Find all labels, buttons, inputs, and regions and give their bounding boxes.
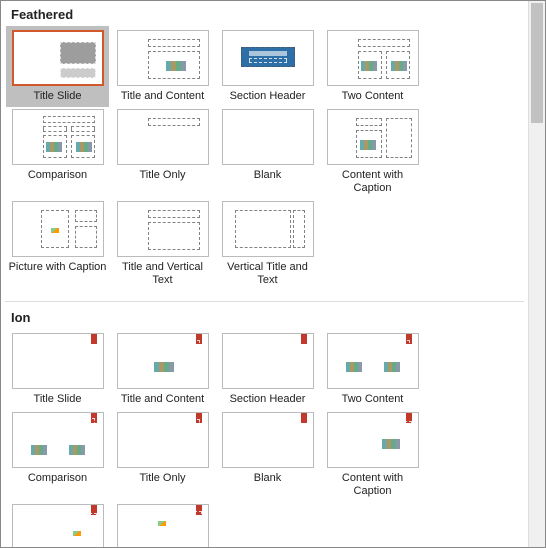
layout-item-content-with-caption[interactable]: Content with Caption xyxy=(321,109,424,195)
layout-item-title-and-content[interactable]: Title and Content xyxy=(111,30,214,103)
layout-label: Title and Content xyxy=(111,88,214,103)
layout-gallery-panel: Feathered Title Slide Title and Content xyxy=(1,1,528,547)
layout-item-ion-blank[interactable]: Blank xyxy=(216,412,319,498)
layout-label: Section Header xyxy=(216,391,319,406)
section-header-ion: Ion xyxy=(1,304,528,329)
layout-thumb xyxy=(222,201,314,257)
layout-thumb xyxy=(117,201,209,257)
layout-label: Content with Caption xyxy=(321,470,424,498)
ribbon-icon xyxy=(91,334,97,344)
layout-item-title-only[interactable]: Title Only xyxy=(111,109,214,195)
layout-label: Comparison xyxy=(6,470,109,485)
layout-thumb xyxy=(327,412,419,468)
layout-thumb xyxy=(12,109,104,165)
layout-item-ion-content-with-caption[interactable]: Content with Caption xyxy=(321,412,424,498)
layout-thumb xyxy=(117,109,209,165)
layout-label: Comparison xyxy=(6,167,109,182)
layout-thumb xyxy=(12,412,104,468)
gallery-ion: Title Slide Title and Content Section He… xyxy=(1,329,528,547)
layout-label: Title Slide xyxy=(6,88,109,103)
section-separator xyxy=(5,301,524,302)
layout-thumb xyxy=(222,109,314,165)
ribbon-icon xyxy=(301,334,307,344)
layout-item-ion-panoramic-picture-with-caption[interactable]: Panoramic Picture with Caption xyxy=(111,504,214,547)
layout-label: Title Slide xyxy=(6,391,109,406)
layout-label: Title and Content xyxy=(111,391,214,406)
layout-label: Section Header xyxy=(216,88,319,103)
layout-thumb xyxy=(117,412,209,468)
layout-thumb xyxy=(117,30,209,86)
layout-item-ion-picture-with-caption[interactable]: Picture with Caption xyxy=(6,504,109,547)
layout-item-picture-with-caption[interactable]: Picture with Caption xyxy=(6,201,109,287)
section-header-feathered: Feathered xyxy=(1,1,528,26)
layout-label: Two Content xyxy=(321,88,424,103)
layout-item-comparison[interactable]: Comparison xyxy=(6,109,109,195)
layout-label: Content with Caption xyxy=(321,167,424,195)
layout-label: Title Only xyxy=(111,470,214,485)
layout-item-section-header[interactable]: Section Header xyxy=(216,30,319,103)
layout-thumb xyxy=(327,333,419,389)
layout-thumb xyxy=(12,333,104,389)
layout-thumb xyxy=(117,504,209,547)
layout-label: Picture with Caption xyxy=(6,259,109,274)
layout-label: Title Only xyxy=(111,167,214,182)
layout-thumb xyxy=(222,412,314,468)
layout-thumb xyxy=(222,30,314,86)
layout-thumb xyxy=(12,30,104,86)
layout-label: Two Content xyxy=(321,391,424,406)
layout-thumb xyxy=(12,201,104,257)
layout-item-vertical-title-and-text[interactable]: Vertical Title and Text xyxy=(216,201,319,287)
layout-item-ion-two-content[interactable]: Two Content xyxy=(321,333,424,406)
gallery-feathered: Title Slide Title and Content Section He… xyxy=(1,26,528,295)
scrollbar-thumb[interactable] xyxy=(531,3,543,123)
layout-label: Blank xyxy=(216,470,319,485)
layout-item-ion-title-only[interactable]: Title Only xyxy=(111,412,214,498)
layout-item-title-and-vertical-text[interactable]: Title and Vertical Text xyxy=(111,201,214,287)
layout-label: Title and Vertical Text xyxy=(111,259,214,287)
layout-item-ion-comparison[interactable]: Comparison xyxy=(6,412,109,498)
ribbon-icon xyxy=(301,413,307,423)
layout-item-two-content[interactable]: Two Content xyxy=(321,30,424,103)
layout-item-blank[interactable]: Blank xyxy=(216,109,319,195)
layout-item-title-slide[interactable]: Title Slide xyxy=(6,26,109,107)
layout-item-ion-section-header[interactable]: Section Header xyxy=(216,333,319,406)
layout-thumb xyxy=(117,333,209,389)
layout-thumb xyxy=(12,504,104,547)
layout-thumb xyxy=(222,333,314,389)
layout-thumb xyxy=(327,109,419,165)
vertical-scrollbar[interactable] xyxy=(528,1,545,547)
layout-thumb xyxy=(327,30,419,86)
layout-item-ion-title-slide[interactable]: Title Slide xyxy=(6,333,109,406)
layout-label: Blank xyxy=(216,167,319,182)
layout-label: Vertical Title and Text xyxy=(216,259,319,287)
layout-item-ion-title-and-content[interactable]: Title and Content xyxy=(111,333,214,406)
